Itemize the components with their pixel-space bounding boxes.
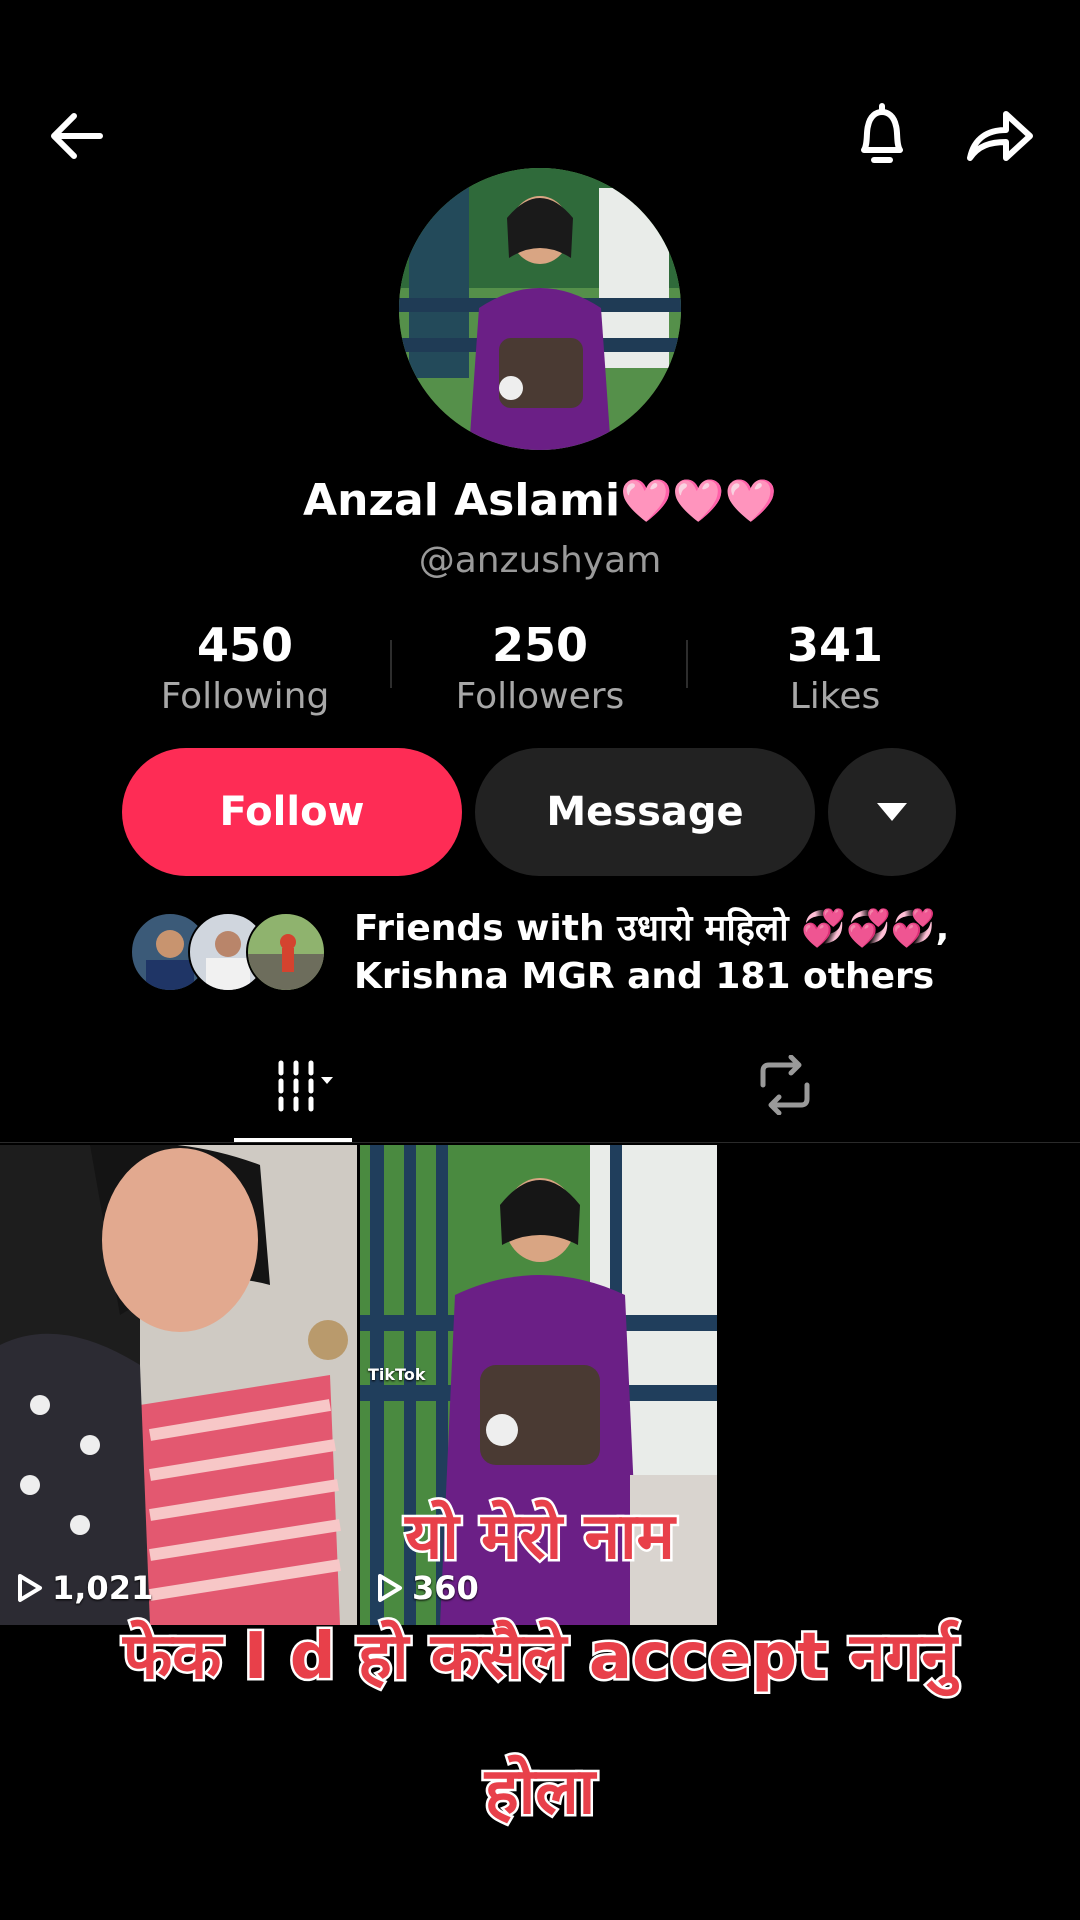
profile-handle: @anzushyam bbox=[418, 540, 662, 581]
stat-following-count: 450 bbox=[196, 618, 294, 672]
stat-followers[interactable]: 250 Followers bbox=[390, 615, 690, 719]
overlay-caption-line3: होला bbox=[482, 1753, 598, 1832]
tab-reposts[interactable] bbox=[745, 1045, 825, 1125]
mutual-friends-text[interactable]: Friends with उधारो महिलो 💞💞💞, Krishna MG… bbox=[354, 905, 1004, 1001]
share-button[interactable] bbox=[958, 96, 1042, 176]
friend-avatar bbox=[246, 912, 326, 992]
arrow-left-icon bbox=[51, 113, 103, 159]
play-outline-icon bbox=[378, 1574, 402, 1602]
grid-icon bbox=[278, 1060, 333, 1112]
tiktok-watermark: TikTok bbox=[368, 1365, 426, 1384]
message-button[interactable]: Message bbox=[475, 748, 815, 876]
profile-name-text: Anzal Aslami bbox=[303, 475, 621, 526]
back-button[interactable] bbox=[36, 96, 116, 176]
stat-likes-label: Likes bbox=[789, 676, 881, 717]
stat-following[interactable]: 450 Following bbox=[95, 615, 395, 719]
repost-icon bbox=[760, 1055, 810, 1115]
profile-name: Anzal Aslami🩷🩷🩷 bbox=[0, 475, 1080, 526]
overlay-caption-line1: यो मेरो नाम bbox=[403, 1498, 678, 1577]
stat-likes: 341 Likes bbox=[685, 615, 985, 719]
follow-button[interactable]: Follow bbox=[122, 748, 462, 876]
mutual-friends-avatars[interactable] bbox=[130, 912, 330, 992]
mutual-friends-line1: Friends with उधारो महिलो 💞💞💞, bbox=[354, 908, 950, 949]
stat-followers-count: 250 bbox=[491, 618, 589, 672]
tab-divider bbox=[0, 1142, 1080, 1143]
play-outline-icon bbox=[18, 1574, 42, 1602]
overlay-caption-line2: फेक I d हो कसैले accept नगर्नु bbox=[120, 1618, 959, 1697]
stat-followers-label: Followers bbox=[455, 676, 625, 717]
notification-bell-button[interactable] bbox=[842, 96, 922, 176]
mutual-friends-line2: Krishna MGR and 181 others bbox=[354, 956, 935, 997]
tab-videos[interactable] bbox=[230, 1045, 350, 1125]
profile-name-emojis: 🩷🩷🩷 bbox=[620, 476, 777, 525]
more-options-button[interactable] bbox=[828, 748, 956, 876]
stat-likes-count: 341 bbox=[786, 618, 884, 672]
stat-following-label: Following bbox=[160, 676, 330, 717]
profile-avatar[interactable] bbox=[399, 168, 681, 450]
share-arrow-icon bbox=[967, 111, 1033, 161]
bell-icon bbox=[861, 103, 903, 163]
caret-down-icon bbox=[877, 803, 907, 821]
